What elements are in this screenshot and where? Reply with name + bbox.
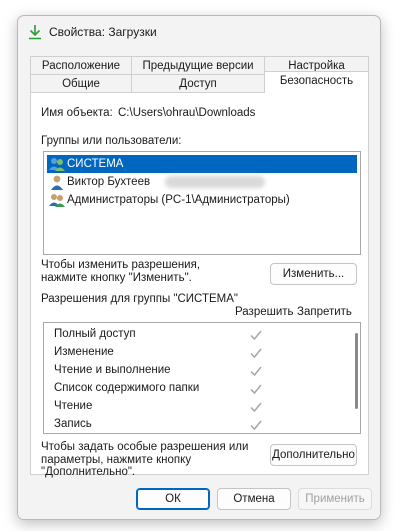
change-button[interactable]: Изменить... — [270, 263, 357, 285]
table-row: Изменение — [44, 344, 344, 362]
redacted-blur — [165, 176, 265, 188]
deny-column-header: Запретить — [297, 306, 352, 318]
download-arrow-icon — [29, 25, 41, 40]
dialog-footer: ОК Отмена Применить — [18, 478, 380, 519]
permission-name: Изменение — [54, 346, 114, 358]
security-panel: Имя объекта: C:\Users\ohrau\Downloads Гр… — [30, 92, 369, 478]
window-title: Свойства: Загрузки — [49, 25, 157, 39]
allow-column-header: Разрешить — [235, 306, 294, 318]
change-hint-line1: Чтобы изменить разрешения, — [41, 259, 201, 271]
tab-general[interactable]: Общие — [30, 74, 132, 93]
tab-sharing[interactable]: Доступ — [131, 74, 265, 93]
checkmark-icon — [250, 348, 262, 359]
advanced-button[interactable]: Дополнительно — [270, 444, 357, 466]
table-row: Список содержимого папки — [44, 380, 344, 398]
checkmark-icon — [250, 402, 262, 413]
list-item[interactable]: Администраторы (PC-1\Администраторы) — [47, 191, 357, 209]
object-name-label: Имя объекта: — [41, 107, 113, 119]
tab-security[interactable]: Безопасность — [264, 71, 369, 93]
group-name: Администраторы (PC-1\Администраторы) — [67, 194, 290, 206]
user-icon — [51, 175, 63, 190]
permissions-label: Разрешения для группы "СИСТЕМА" — [41, 293, 239, 305]
permission-name: Полный доступ — [54, 328, 136, 340]
object-path: C:\Users\ohrau\Downloads — [118, 107, 256, 119]
ok-button[interactable]: ОК — [136, 488, 210, 510]
permissions-listbox[interactable]: Полный доступ Изменение Чтение и выполне… — [43, 322, 361, 434]
properties-dialog: Свойства: Загрузки Расположение Предыдущ… — [17, 15, 381, 520]
groups-listbox[interactable]: СИСТЕМА Виктор Бухтеев Администраторы (P… — [43, 151, 361, 255]
checkmark-icon — [250, 384, 262, 395]
user-group-icon — [49, 158, 65, 171]
permission-name: Чтение и выполнение — [54, 364, 171, 376]
list-item[interactable]: СИСТЕМА — [47, 155, 357, 173]
list-item[interactable]: Виктор Бухтеев — [47, 173, 357, 191]
user-group-icon — [49, 194, 65, 207]
table-row: Запись — [44, 416, 344, 433]
groups-label: Группы или пользователи: — [41, 135, 182, 147]
tab-location[interactable]: Расположение — [30, 56, 132, 75]
apply-button[interactable]: Применить — [298, 488, 372, 510]
tab-previous-versions[interactable]: Предыдущие версии — [131, 56, 265, 75]
table-row: Чтение и выполнение — [44, 362, 344, 380]
group-name: СИСТЕМА — [67, 158, 124, 170]
group-name: Виктор Бухтеев — [67, 176, 151, 188]
checkmark-icon — [250, 420, 262, 431]
permissions-scrollbar[interactable] — [355, 333, 358, 409]
advanced-hint-line2: параметры, нажмите кнопку — [41, 454, 192, 466]
table-row: Чтение — [44, 398, 344, 416]
change-hint-line2: нажмите кнопку "Изменить". — [41, 272, 192, 284]
checkmark-icon — [250, 330, 262, 341]
table-row: Полный доступ — [44, 326, 344, 344]
permission-name: Чтение — [54, 400, 93, 412]
cancel-button[interactable]: Отмена — [217, 488, 291, 510]
permission-name: Запись — [54, 418, 92, 430]
advanced-hint-line3: "Дополнительно". — [41, 466, 136, 478]
permission-name: Список содержимого папки — [54, 382, 200, 394]
advanced-hint-line1: Чтобы задать особые разрешения или — [41, 441, 249, 453]
title-bar[interactable]: Свойства: Загрузки — [18, 16, 380, 46]
checkmark-icon — [250, 366, 262, 377]
